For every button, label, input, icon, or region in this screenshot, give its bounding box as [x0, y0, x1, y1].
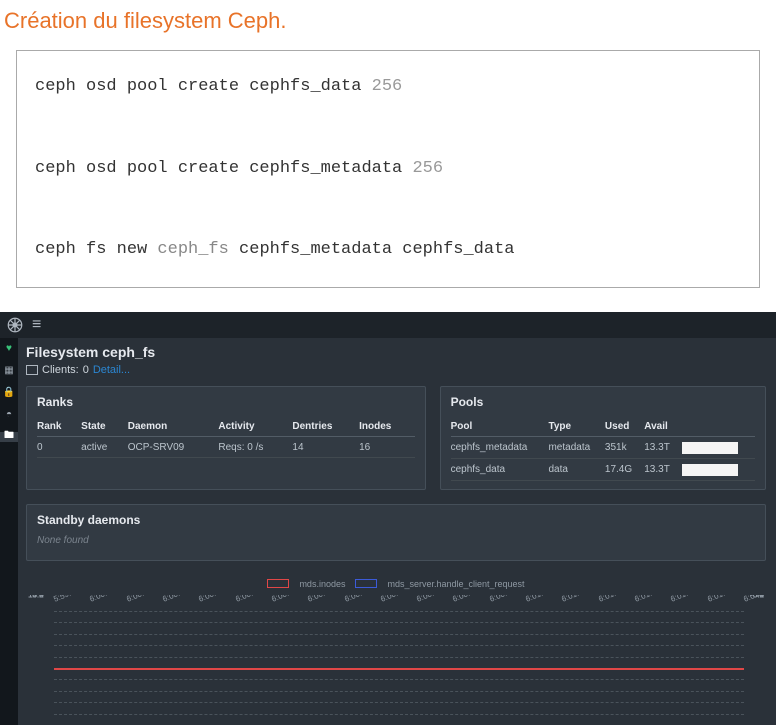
cell-pool: cephfs_metadata	[451, 436, 549, 458]
th-pool: Pool	[451, 417, 549, 437]
legend-swatch-red	[267, 579, 289, 588]
ranks-panel: Ranks Rank State Daemon Activity Dentrie…	[26, 386, 426, 490]
usage-bar	[682, 442, 738, 454]
cell-rank: 0	[37, 436, 81, 457]
standby-title: Standby daemons	[37, 513, 755, 527]
code-text: ceph osd pool create cephfs_data	[35, 77, 372, 96]
x-tick-label: 6:00:08 pm	[125, 595, 165, 604]
x-tick-label: 6:01:23 pm	[670, 595, 710, 604]
top-bar: ≡	[0, 312, 776, 338]
x-tick-label: 5:59:58 pm	[52, 595, 92, 604]
section-heading: Création du filesystem Ceph.	[0, 0, 776, 50]
x-tick-label: 6:01:08 pm	[561, 595, 601, 604]
legend-swatch-blue	[355, 579, 377, 588]
x-tick-label: 6:00:48 pm	[415, 595, 455, 604]
y-right-tick: -1	[757, 595, 764, 600]
th-avail: Avail	[644, 417, 681, 437]
chart: 5:59:58 pm6:00:03 pm6:00:08 pm6:00:13 pm…	[26, 595, 766, 725]
x-tick-label: 6:01:28 pm	[706, 595, 746, 604]
sidebar-item-block[interactable]: ◓	[2, 410, 16, 420]
pools-panel: Pools Pool Type Used Avail cephfs_metada…	[440, 386, 766, 490]
th-inodes: Inodes	[359, 417, 414, 437]
table-row: cephfs_data data 17.4G 13.3T	[451, 458, 755, 480]
x-tick-label: 6:00:03 pm	[89, 595, 129, 604]
cell-bar	[682, 458, 755, 480]
cell-bar	[682, 436, 755, 458]
code-number: 256	[412, 159, 443, 178]
th-bar	[682, 417, 755, 437]
x-tick-label: 6:00:58 pm	[488, 595, 528, 604]
code-text: cephfs_metadata cephfs_data	[229, 240, 515, 259]
code-fsname: ceph_fs	[157, 240, 228, 259]
cell-used: 17.4G	[605, 458, 644, 480]
clients-row: Clients: 0 Detail...	[26, 364, 766, 376]
cell-dentries: 14	[292, 436, 359, 457]
code-text: ceph osd pool create cephfs_metadata	[35, 159, 412, 178]
standby-none: None found	[37, 535, 755, 546]
x-tick-label: 6:00:28 pm	[270, 595, 310, 604]
legend-label-1: mds.inodes	[299, 579, 345, 589]
x-tick-label: 6:00:38 pm	[343, 595, 383, 604]
cell-pool: cephfs_data	[451, 458, 549, 480]
code-number: 256	[372, 77, 403, 96]
cell-type: data	[548, 458, 604, 480]
th-activity: Activity	[218, 417, 292, 437]
th-state: State	[81, 417, 128, 437]
sidebar-item-cluster[interactable]: ▦	[2, 366, 16, 376]
x-tick-label: 6:00:18 pm	[198, 595, 238, 604]
legend-label-2: mds_server.handle_client_request	[387, 579, 524, 589]
sidebar-item-lock[interactable]: 🔒	[2, 388, 16, 398]
cell-daemon: OCP-SRV09	[128, 436, 219, 457]
cell-inodes: 16	[359, 436, 414, 457]
table-row: 0 active OCP-SRV09 Reqs: 0 /s 14 16	[37, 436, 415, 457]
pools-table: Pool Type Used Avail cephfs_metadata met…	[451, 417, 755, 481]
sidebar-item-health[interactable]: ♥	[2, 344, 16, 354]
th-used: Used	[605, 417, 644, 437]
standby-panel: Standby daemons None found	[26, 504, 766, 561]
usage-bar	[682, 464, 738, 476]
th-type: Type	[548, 417, 604, 437]
monitor-icon	[26, 365, 38, 375]
x-tick-label: 6:00:33 pm	[307, 595, 347, 604]
ranks-title: Ranks	[37, 395, 415, 409]
ceph-logo-icon	[6, 316, 24, 334]
chart-legend: mds.inodes mds_server.handle_client_requ…	[26, 579, 766, 589]
cell-activity: Reqs: 0 /s	[218, 436, 292, 457]
dashboard-screenshot: ≡ ♥ ▦ 🔒 ◓ 🖿 Filesystem ceph_fs Clients: …	[0, 312, 776, 725]
th-daemon: Daemon	[128, 417, 219, 437]
series-line-inodes	[54, 668, 744, 670]
clients-count: 0	[83, 364, 89, 376]
cell-state: active	[81, 436, 128, 457]
x-tick-label: 6:00:53 pm	[452, 595, 492, 604]
sidebar-item-filesystem[interactable]: 🖿	[0, 432, 18, 442]
sidebar: ♥ ▦ 🔒 ◓ 🖿	[0, 338, 18, 725]
page-title: Filesystem ceph_fs	[26, 344, 766, 360]
th-rank: Rank	[37, 417, 81, 437]
code-block: ceph osd pool create cephfs_data 256 cep…	[16, 50, 760, 288]
clients-label: Clients:	[42, 364, 79, 376]
x-tick-label: 6:00:13 pm	[161, 595, 201, 604]
th-dentries: Dentries	[292, 417, 359, 437]
clients-detail-link[interactable]: Detail...	[93, 364, 130, 376]
table-row: cephfs_metadata metadata 351k 13.3T	[451, 436, 755, 458]
x-tick-label: 6:01:03 pm	[524, 595, 564, 604]
menu-icon[interactable]: ≡	[32, 316, 41, 334]
x-tick-label: 6:01:18 pm	[633, 595, 673, 604]
y-left-tick: 13.0	[28, 595, 44, 600]
ranks-table: Rank State Daemon Activity Dentries Inod…	[37, 417, 415, 458]
cell-avail: 13.3T	[644, 436, 681, 458]
x-tick-label: 6:01:13 pm	[597, 595, 637, 604]
cell-type: metadata	[548, 436, 604, 458]
cell-avail: 13.3T	[644, 458, 681, 480]
x-tick-label: 6:00:23 pm	[234, 595, 274, 604]
cell-used: 351k	[605, 436, 644, 458]
code-text: ceph fs new	[35, 240, 157, 259]
x-tick-label: 6:00:43 pm	[379, 595, 419, 604]
pools-title: Pools	[451, 395, 755, 409]
